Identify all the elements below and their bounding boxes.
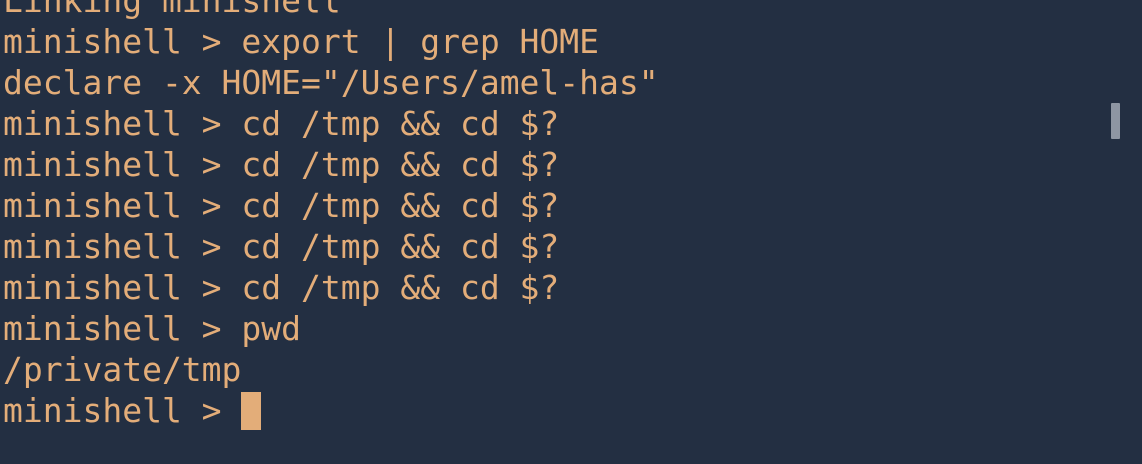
prompt-text: minishell > <box>3 391 242 430</box>
terminal-line: declare -x HOME="/Users/amel-has" <box>3 63 659 102</box>
terminal-line: minishell > cd /tmp && cd $? <box>3 104 560 143</box>
terminal-line: minishell > cd /tmp && cd $? <box>3 227 560 266</box>
terminal-output: Linking minishell minishell > export | g… <box>3 0 659 431</box>
terminal-line: minishell > cd /tmp && cd $? <box>3 145 560 184</box>
text-cursor <box>241 391 262 430</box>
scrollbar-thumb[interactable] <box>1111 103 1120 139</box>
terminal-line: minishell > cd /tmp && cd $? <box>3 268 560 307</box>
terminal-line: minishell > export | grep HOME <box>3 22 600 61</box>
terminal-line: /private/tmp <box>3 350 242 389</box>
terminal-line: minishell > pwd <box>3 309 302 348</box>
terminal-line: minishell > cd /tmp && cd $? <box>3 186 560 225</box>
terminal-window[interactable]: Linking minishell minishell > export | g… <box>0 0 1142 464</box>
prompt-line[interactable]: minishell > <box>3 390 659 431</box>
terminal-line: Linking minishell <box>3 0 341 20</box>
